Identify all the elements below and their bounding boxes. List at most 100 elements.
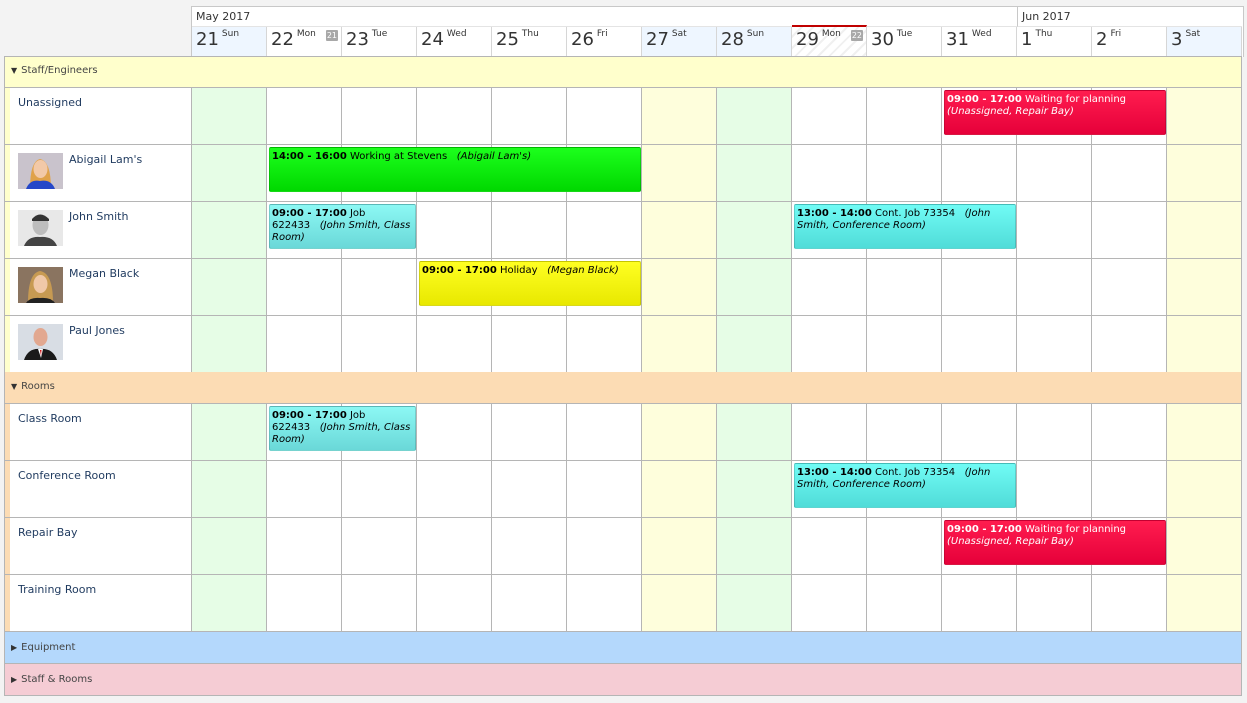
day-cell[interactable] xyxy=(342,575,417,631)
day-cell[interactable] xyxy=(642,575,717,631)
day-cell[interactable] xyxy=(567,316,642,372)
day-cell[interactable] xyxy=(942,404,1017,460)
day-header[interactable]: 28 Sun xyxy=(717,27,792,57)
day-cell[interactable] xyxy=(492,202,567,258)
day-cell[interactable] xyxy=(192,145,267,201)
collapse-arrow-icon[interactable]: ▼ xyxy=(11,372,17,401)
day-cell[interactable] xyxy=(342,88,417,144)
day-header[interactable]: 30 Tue xyxy=(867,27,942,57)
day-cell[interactable] xyxy=(342,316,417,372)
group-header-staff-engineers[interactable]: ▼ Staff/Engineers xyxy=(5,57,1241,88)
expand-arrow-icon[interactable]: ▶ xyxy=(11,664,17,695)
day-cell[interactable] xyxy=(942,145,1017,201)
day-cell[interactable] xyxy=(192,259,267,315)
day-cell[interactable] xyxy=(642,202,717,258)
day-cell[interactable] xyxy=(1092,145,1167,201)
event-conference[interactable]: 13:00 - 14:00 Cont. Job 73354 (John Smit… xyxy=(794,463,1016,508)
day-cell[interactable] xyxy=(267,316,342,372)
day-cell[interactable] xyxy=(792,404,867,460)
day-cell[interactable] xyxy=(1092,404,1167,460)
day-cell[interactable] xyxy=(942,259,1017,315)
day-cell[interactable] xyxy=(417,404,492,460)
day-cell[interactable] xyxy=(417,202,492,258)
day-cell[interactable] xyxy=(1017,575,1092,631)
day-cell[interactable] xyxy=(867,316,942,372)
day-cell[interactable] xyxy=(567,202,642,258)
day-cell[interactable] xyxy=(717,575,792,631)
day-cell[interactable] xyxy=(267,518,342,574)
day-cell[interactable] xyxy=(492,404,567,460)
day-cell[interactable] xyxy=(792,518,867,574)
event-unassigned[interactable]: 09:00 - 17:00 Waiting for planning (Unas… xyxy=(944,90,1166,135)
day-cell[interactable] xyxy=(1167,575,1242,631)
day-cell[interactable] xyxy=(1017,145,1092,201)
day-cell[interactable] xyxy=(192,202,267,258)
resource-label[interactable]: Conference Room xyxy=(10,461,192,517)
day-cell[interactable] xyxy=(1017,316,1092,372)
group-header-rooms[interactable]: ▼ Rooms xyxy=(5,372,1241,404)
day-cell[interactable] xyxy=(267,461,342,517)
day-cell[interactable] xyxy=(867,145,942,201)
day-cell[interactable] xyxy=(1092,202,1167,258)
day-cell[interactable] xyxy=(192,461,267,517)
day-header[interactable]: 2 Fri xyxy=(1092,27,1167,57)
day-cell[interactable] xyxy=(417,316,492,372)
day-header[interactable]: 31 Wed xyxy=(942,27,1017,57)
day-cell[interactable] xyxy=(267,575,342,631)
day-cell[interactable] xyxy=(192,575,267,631)
day-cell[interactable] xyxy=(417,518,492,574)
day-header[interactable]: 21 Sun xyxy=(192,27,267,57)
day-cell[interactable] xyxy=(642,518,717,574)
day-cell[interactable] xyxy=(792,88,867,144)
day-cell[interactable] xyxy=(1092,461,1167,517)
day-cell[interactable] xyxy=(267,259,342,315)
day-cell[interactable] xyxy=(1092,575,1167,631)
day-header[interactable]: 24 Wed xyxy=(417,27,492,57)
day-cell[interactable] xyxy=(642,404,717,460)
day-cell[interactable] xyxy=(717,316,792,372)
day-cell[interactable] xyxy=(867,575,942,631)
event-classroom[interactable]: 09:00 - 17:00 Job 622433 (John Smith, Cl… xyxy=(269,406,416,451)
resource-label[interactable]: Training Room xyxy=(10,575,192,631)
day-cell[interactable] xyxy=(942,575,1017,631)
event-john-1[interactable]: 09:00 - 17:00 Job 622433 (John Smith, Cl… xyxy=(269,204,416,249)
day-cell[interactable] xyxy=(492,88,567,144)
day-cell[interactable] xyxy=(492,461,567,517)
day-cell[interactable] xyxy=(717,404,792,460)
day-cell[interactable] xyxy=(867,88,942,144)
event-megan[interactable]: 09:00 - 17:00 Holiday (Megan Black) xyxy=(419,261,641,306)
resource-label[interactable]: Paul Jones xyxy=(10,316,192,372)
day-cell[interactable] xyxy=(867,404,942,460)
event-abigail[interactable]: 14:00 - 16:00 Working at Stevens (Abigai… xyxy=(269,147,641,192)
day-cell[interactable] xyxy=(342,461,417,517)
day-cell[interactable] xyxy=(642,88,717,144)
day-cell[interactable] xyxy=(1092,259,1167,315)
day-cell[interactable] xyxy=(717,202,792,258)
day-header[interactable]: 23 Tue xyxy=(342,27,417,57)
day-cell[interactable] xyxy=(792,575,867,631)
day-header[interactable]: 29 Mon 22 xyxy=(792,25,867,57)
day-cell[interactable] xyxy=(1167,88,1242,144)
day-cell[interactable] xyxy=(642,259,717,315)
day-cell[interactable] xyxy=(1167,145,1242,201)
day-cell[interactable] xyxy=(792,316,867,372)
day-cell[interactable] xyxy=(567,404,642,460)
day-cell[interactable] xyxy=(717,88,792,144)
day-cell[interactable] xyxy=(942,316,1017,372)
day-cell[interactable] xyxy=(1017,202,1092,258)
day-cell[interactable] xyxy=(792,145,867,201)
expand-arrow-icon[interactable]: ▶ xyxy=(11,632,17,663)
day-cell[interactable] xyxy=(1167,461,1242,517)
day-cell[interactable] xyxy=(342,518,417,574)
day-cell[interactable] xyxy=(642,316,717,372)
group-header-equipment[interactable]: ▶ Equipment xyxy=(5,632,1241,664)
event-john-2[interactable]: 13:00 - 14:00 Cont. Job 73354 (John Smit… xyxy=(794,204,1016,249)
day-header[interactable]: 25 Thu xyxy=(492,27,567,57)
day-cell[interactable] xyxy=(567,518,642,574)
day-cell[interactable] xyxy=(1092,316,1167,372)
day-header[interactable]: 26 Fri xyxy=(567,27,642,57)
collapse-arrow-icon[interactable]: ▼ xyxy=(11,57,17,85)
day-cell[interactable] xyxy=(1167,259,1242,315)
event-repairbay[interactable]: 09:00 - 17:00 Waiting for planning (Unas… xyxy=(944,520,1166,565)
day-cell[interactable] xyxy=(192,404,267,460)
